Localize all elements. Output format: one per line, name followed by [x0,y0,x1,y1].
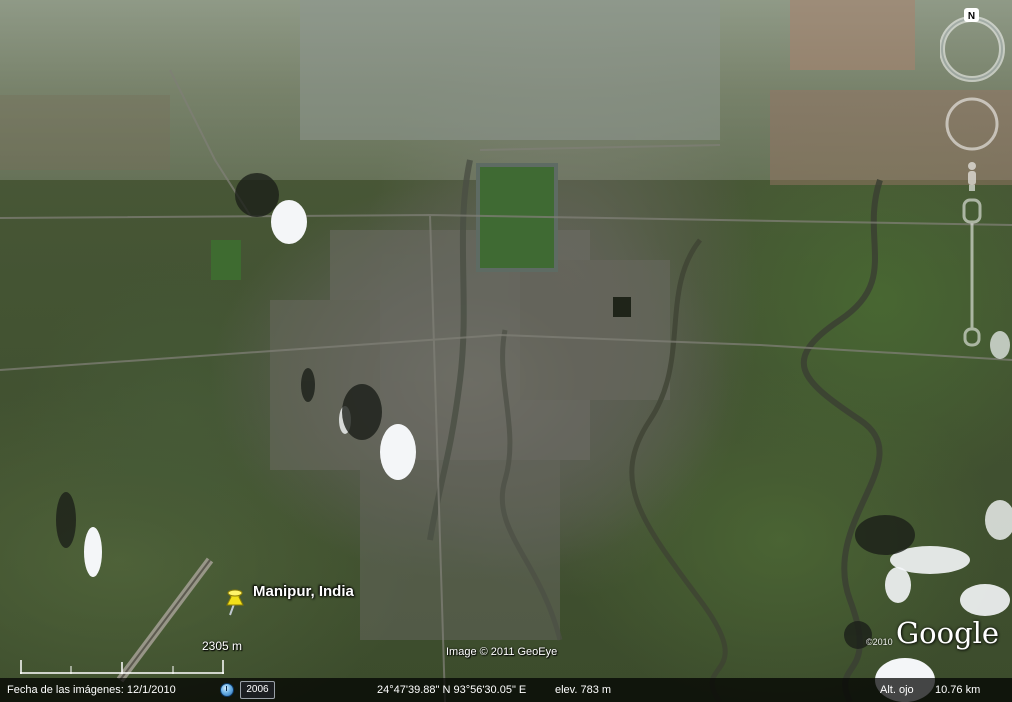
pond [211,240,241,280]
logo-year: ©2010 [866,637,893,647]
svg-text:N: N [968,11,975,22]
pond [613,297,631,317]
scale-legend-bar [20,660,224,674]
google-logo: Google [896,616,1000,650]
scale-legend-text: 2305 m [202,639,243,653]
compass-ring-icon [939,16,1005,82]
historical-imagery-clock-icon[interactable] [220,683,234,697]
zoom-slider-icon [962,198,982,347]
street-view-person-icon [968,162,976,191]
imagery-attribution: Image © 2011 GeoEye [446,646,558,658]
status-bar: Fecha de las imágenes: 12/1/2010 2006 24… [0,678,1012,702]
placemark-label[interactable]: Manipur, India [253,583,354,600]
river [800,179,883,702]
imagery-date: Fecha de las imágenes: 12/1/2010 [7,684,176,696]
eye-altitude-label: Alt. ojo [880,684,914,696]
satellite-map[interactable] [0,0,1012,702]
pushpin-icon[interactable] [222,587,248,617]
map-terrain-features [0,0,1012,702]
pointer-coordinates: 24°47'39.88" N 93°56'30.05" E [377,684,527,696]
eye-altitude-value: 10.76 km [935,684,981,696]
pointer-elevation: elev. 783 m [555,684,612,696]
navigation-controls[interactable]: N [939,4,1010,364]
history-year-button[interactable]: 2006 [240,681,275,699]
look-joystick-icon [945,97,999,151]
